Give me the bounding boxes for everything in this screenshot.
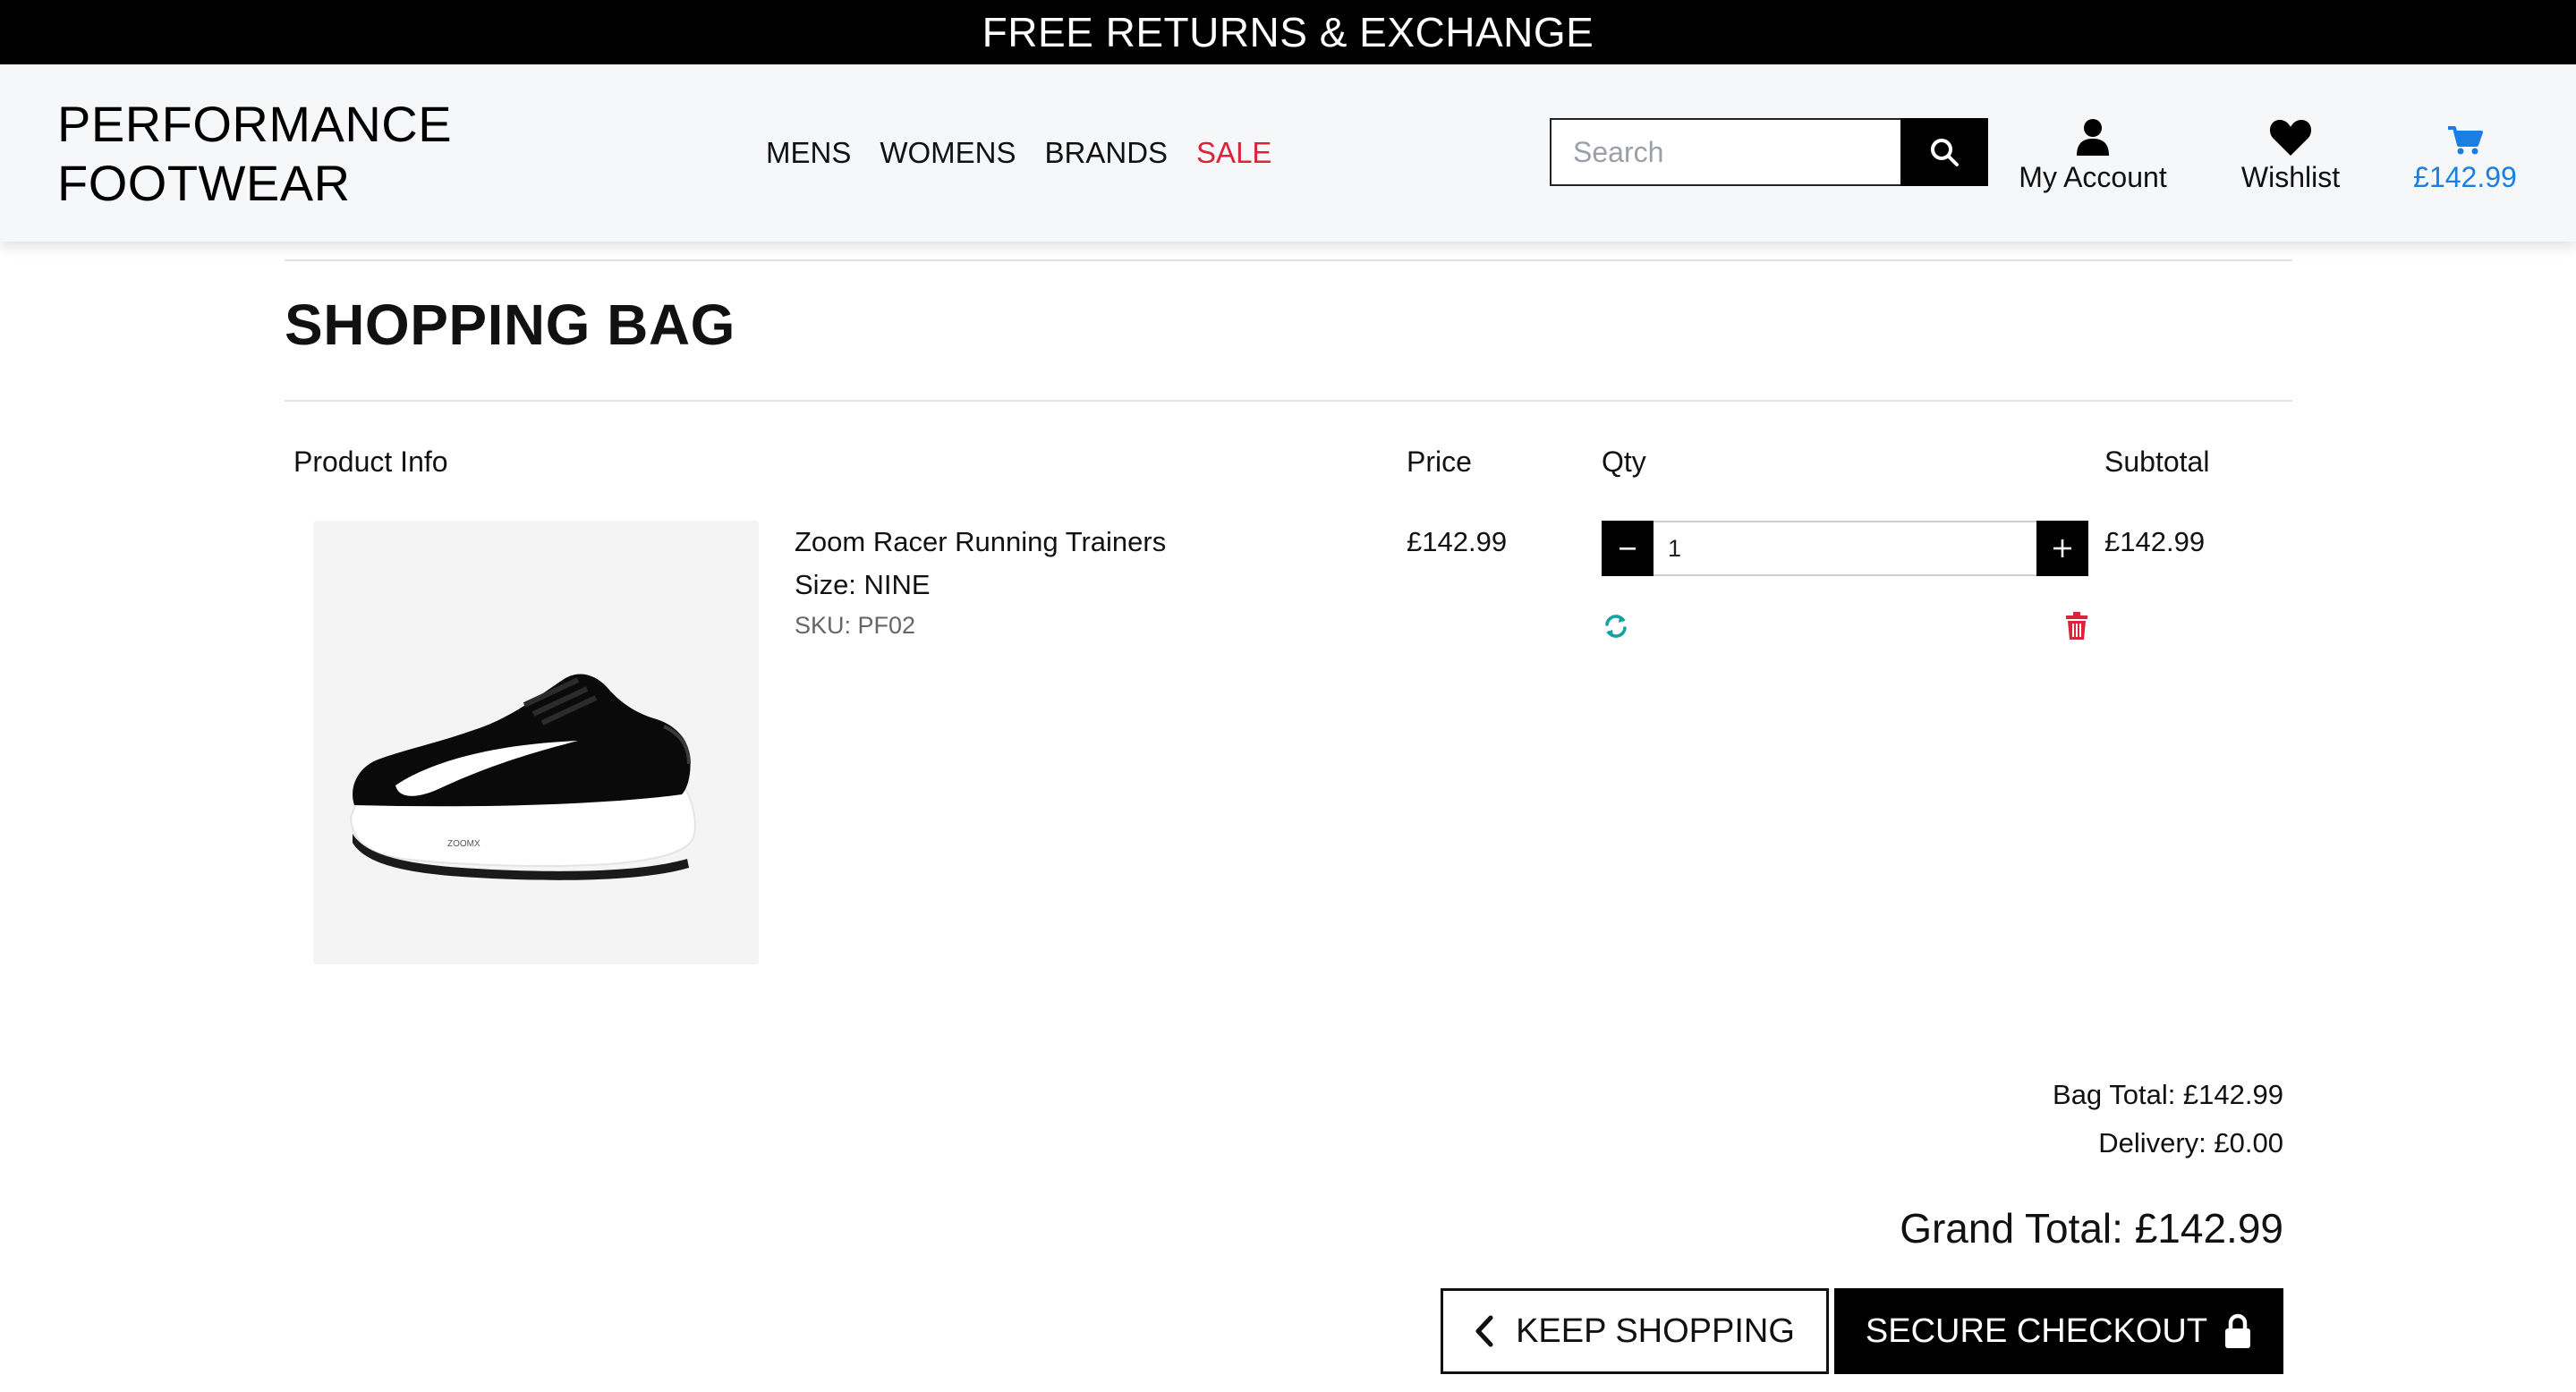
keep-shopping-button[interactable]: KEEP SHOPPING — [1441, 1288, 1829, 1374]
nav-link-mens[interactable]: MENS — [766, 136, 851, 170]
chevron-left-icon — [1475, 1315, 1493, 1347]
logo-line-1: PERFORMANCE — [57, 96, 453, 152]
my-account-label: My Account — [2019, 161, 2167, 193]
product-subtotal: £142.99 — [2104, 526, 2206, 557]
user-icon — [2077, 119, 2109, 156]
delivery-cost: Delivery: £0.00 — [2098, 1127, 2283, 1159]
search-icon — [1931, 139, 1959, 166]
decrement-qty-button[interactable] — [1602, 521, 1654, 576]
column-header-subtotal: Subtotal — [2104, 446, 2210, 478]
logo-line-2: FOOTWEAR — [57, 155, 351, 211]
divider-title — [285, 400, 2292, 402]
quantity-input[interactable] — [1654, 521, 2036, 576]
bag-total-amount: £142.99 — [2413, 161, 2517, 193]
keep-shopping-label: KEEP SHOPPING — [1516, 1311, 1795, 1350]
column-header-product-info: Product Info — [293, 446, 448, 478]
trash-icon — [2066, 612, 2087, 640]
page-title: SHOPPING BAG — [285, 293, 735, 357]
main-nav: MENS WOMENS BRANDS SALE — [766, 136, 1300, 170]
refresh-icon — [1605, 615, 1627, 638]
column-header-qty: Qty — [1602, 446, 1646, 478]
search-form — [1550, 118, 1988, 186]
product-size: Size: NINE — [795, 569, 931, 600]
product-image[interactable]: ZOOMX — [313, 521, 759, 964]
product-price: £142.99 — [1407, 526, 1508, 557]
column-header-price: Price — [1407, 446, 1472, 478]
wishlist-label: Wishlist — [2240, 161, 2341, 193]
plus-icon — [2053, 539, 2071, 557]
remove-item-link[interactable] — [2065, 612, 2088, 641]
nav-link-womens[interactable]: WOMENS — [880, 136, 1016, 170]
search-button[interactable] — [1900, 118, 1988, 186]
my-account-link[interactable]: My Account — [2008, 113, 2178, 194]
nav-link-brands[interactable]: BRANDS — [1045, 136, 1169, 170]
bag-total: Bag Total: £142.99 — [2053, 1079, 2283, 1110]
svg-text:ZOOMX: ZOOMX — [447, 839, 480, 849]
increment-qty-button[interactable] — [2036, 521, 2088, 576]
nav-link-sale[interactable]: SALE — [1196, 136, 1271, 170]
wishlist-link[interactable]: Wishlist — [2219, 113, 2362, 194]
promo-banner: FREE RETURNS & EXCHANGE — [0, 0, 2576, 64]
divider-top — [285, 259, 2292, 261]
grand-total: Grand Total: £142.99 — [1900, 1205, 2283, 1252]
cart-icon — [2448, 126, 2483, 155]
search-input[interactable] — [1550, 118, 1900, 186]
running-shoe-image: ZOOMX — [349, 674, 696, 880]
shopping-bag-link[interactable]: £142.99 — [2389, 113, 2541, 194]
secure-checkout-button[interactable]: SECURE CHECKOUT — [1834, 1288, 2283, 1374]
product-sku: SKU: PF02 — [795, 612, 916, 639]
product-name[interactable]: Zoom Racer Running Trainers — [795, 526, 1166, 558]
update-qty-link[interactable] — [1602, 612, 1630, 641]
heart-icon — [2269, 120, 2312, 156]
secure-checkout-label: SECURE CHECKOUT — [1865, 1311, 2208, 1350]
minus-icon — [1620, 547, 1636, 550]
lock-icon — [2225, 1313, 2251, 1348]
site-logo[interactable]: PERFORMANCE FOOTWEAR — [57, 95, 452, 213]
site-header: PERFORMANCE FOOTWEAR MENS WOMENS BRANDS … — [0, 64, 2576, 242]
quantity-stepper — [1602, 521, 2088, 576]
promo-banner-text: FREE RETURNS & EXCHANGE — [982, 9, 1594, 55]
